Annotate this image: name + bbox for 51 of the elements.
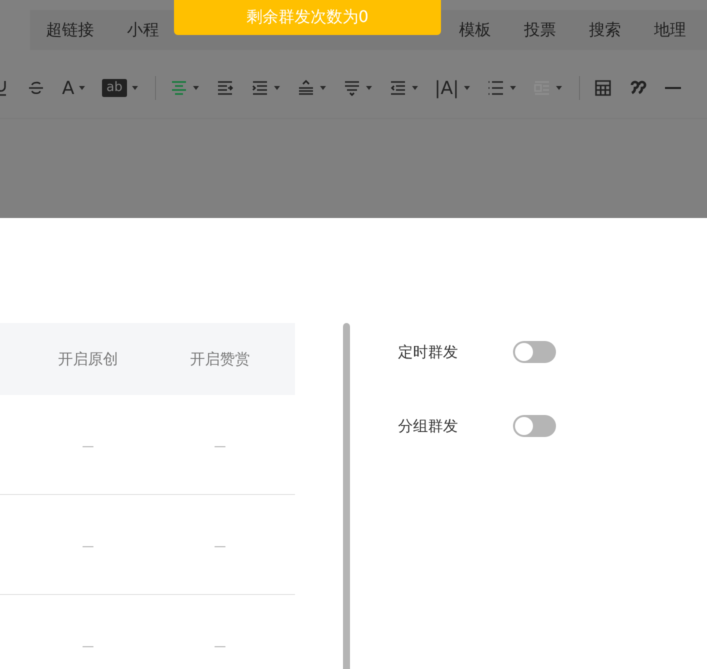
line-height-icon [296, 79, 315, 97]
table-cell: — [214, 438, 226, 452]
table-cell: — [214, 538, 226, 552]
table-icon [594, 79, 612, 97]
bullet-list-icon [487, 79, 505, 97]
caret-icon [556, 86, 562, 90]
indent-icon [250, 79, 269, 97]
toolbar-button[interactable] [250, 79, 280, 97]
toolbar-button[interactable] [170, 79, 199, 97]
caret-icon [464, 86, 470, 90]
caret-icon [366, 86, 372, 90]
column-header: 开启赞赏 [189, 350, 251, 368]
toast: 剩余群发次数为0 [174, 0, 441, 35]
menu-item[interactable]: 模板 [459, 20, 491, 40]
table-cell: — [82, 438, 94, 452]
table-cell: — [82, 638, 94, 652]
toolbar-button[interactable] [216, 79, 234, 97]
format-button[interactable]: A [62, 78, 86, 98]
toolbar-button[interactable] [27, 79, 45, 97]
align-right-icon [216, 79, 234, 97]
toolbar-button[interactable] [296, 79, 326, 97]
table-cell: — [214, 638, 226, 652]
menu-item[interactable]: 小程 [127, 20, 159, 40]
toolbar-button[interactable] [388, 79, 418, 97]
scrollbar[interactable] [343, 323, 350, 669]
align-center-icon [170, 79, 188, 97]
menu-item[interactable]: 地理 [654, 20, 686, 40]
caret-icon [412, 86, 418, 90]
menu-item[interactable]: 投票 [524, 20, 556, 40]
table-cell: — [82, 538, 94, 552]
caret-icon [510, 86, 516, 90]
setting-label: 分组群发 [398, 416, 459, 436]
horizontal-rule-icon [664, 87, 682, 89]
caret-icon [79, 86, 86, 90]
caret-icon [320, 86, 326, 90]
toolbar-button[interactable] [487, 79, 516, 97]
column-header: 开启原创 [57, 350, 119, 368]
setting-label: 定时群发 [398, 342, 459, 362]
toggle-switch[interactable] [513, 341, 556, 363]
toolbar-button[interactable] [594, 79, 612, 97]
menu-item[interactable]: 搜索 [589, 20, 621, 40]
menu-item[interactable]: 超链接 [46, 20, 94, 40]
caret-icon [132, 86, 138, 90]
toggle-switch[interactable] [513, 415, 556, 437]
outdent-icon [388, 79, 407, 97]
toolbar-button[interactable] [342, 79, 372, 97]
format-button[interactable]: |A| [434, 78, 470, 98]
strikethrough-icon [27, 79, 45, 97]
paragraph-spacing-icon [342, 79, 361, 97]
caret-icon [192, 86, 199, 90]
caret-icon [274, 86, 280, 90]
